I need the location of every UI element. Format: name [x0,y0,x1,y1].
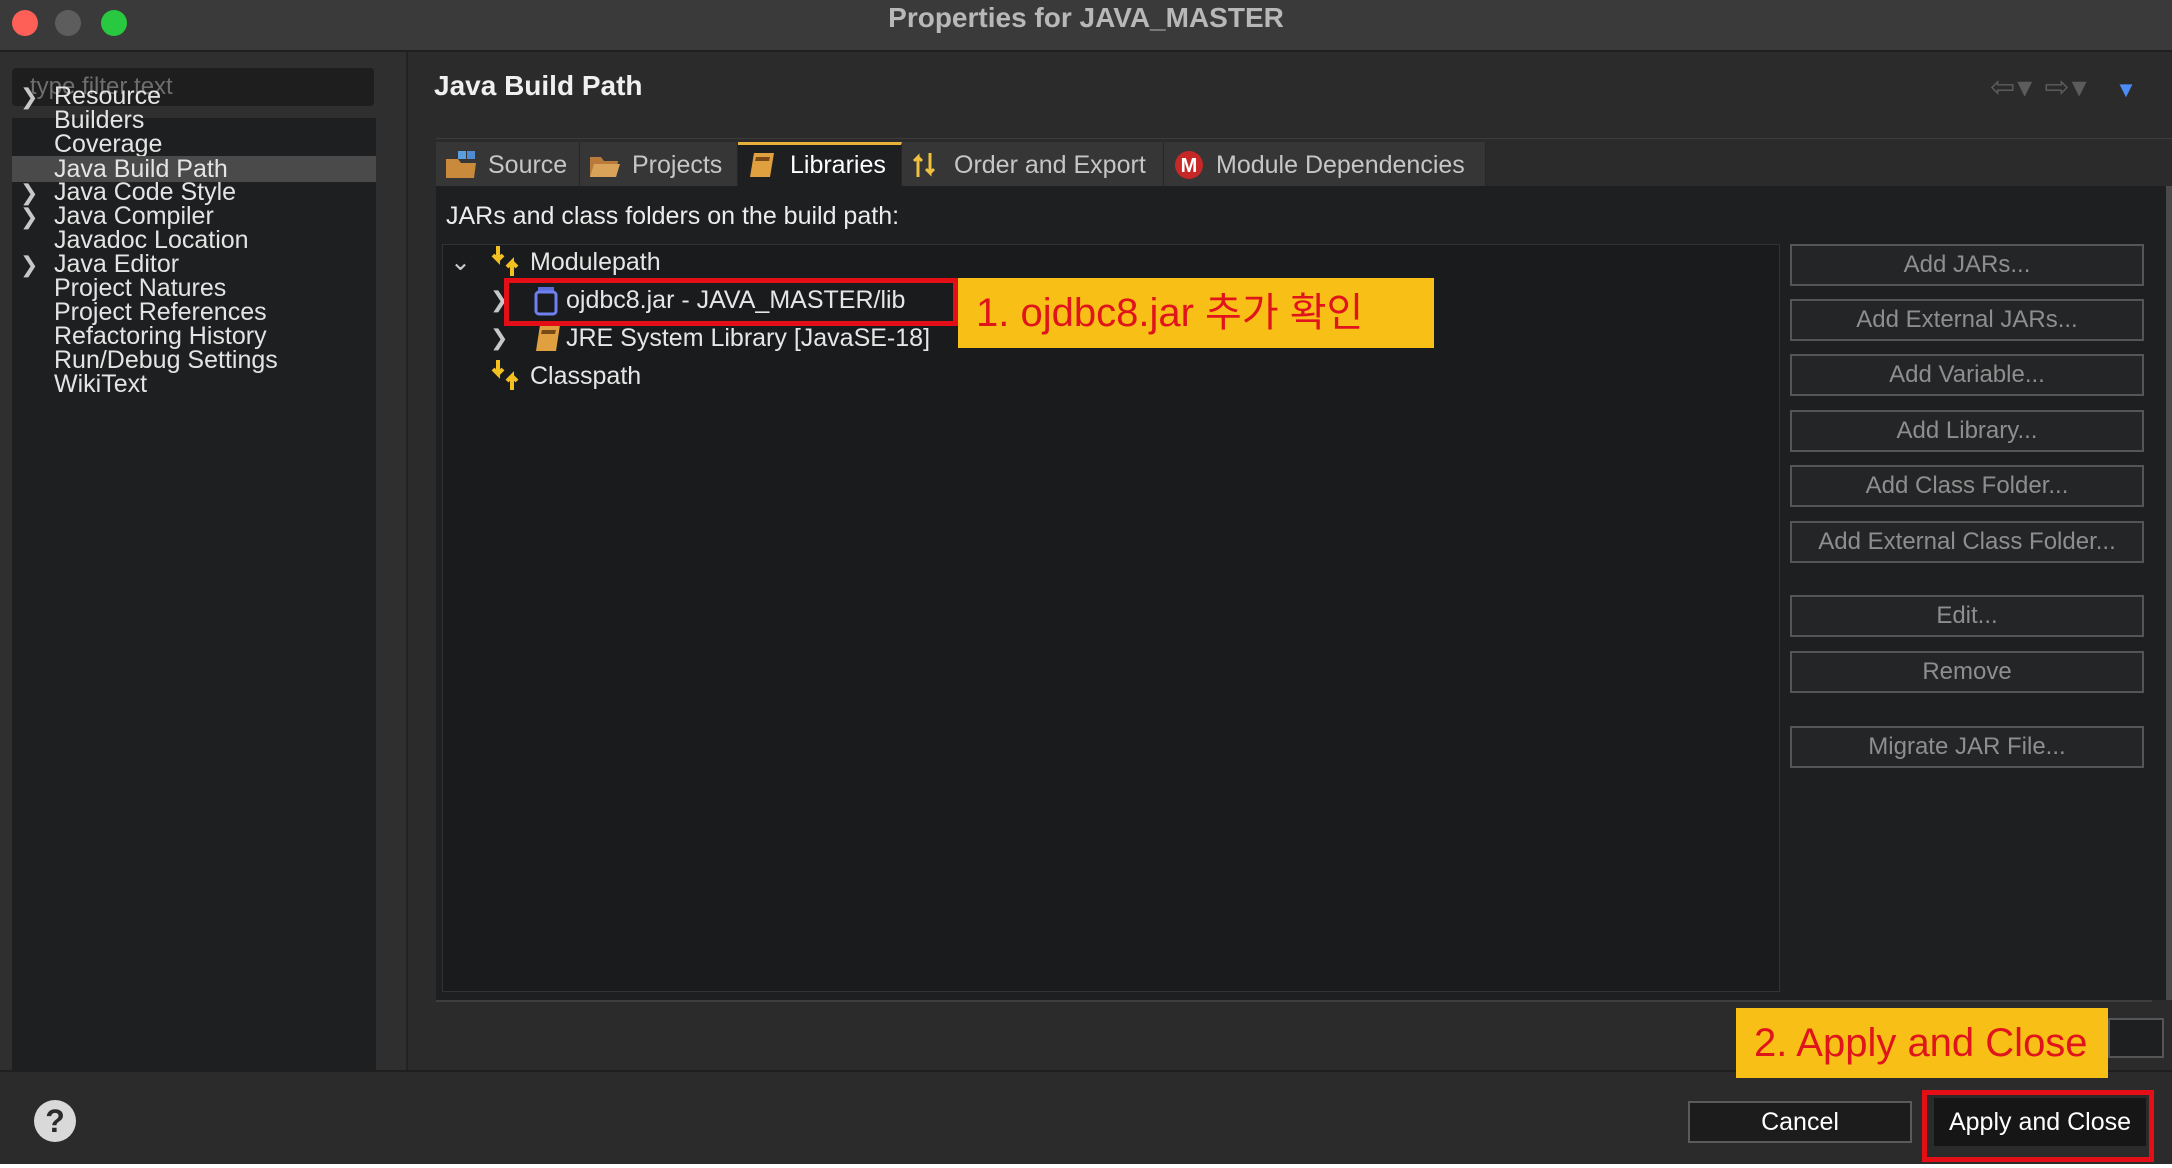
tab-label: Projects [632,151,723,179]
module-m-icon: M [1175,151,1203,179]
apply-button[interactable] [2108,1018,2164,1058]
divider [436,1000,2152,1002]
jar-highlight-box [504,278,958,326]
tab-source[interactable]: Source [436,142,580,188]
library-book-icon [536,325,560,351]
annotation-note-1: 1. ojdbc8.jar 추가 확인 [958,278,1434,348]
tree-item-label: Classpath [530,362,642,390]
package-icon [446,151,476,178]
apply-highlight-box [1922,1090,2154,1162]
back-arrow-icon[interactable]: ⇦▾ [1990,71,2034,104]
tab-label: Source [488,151,568,179]
migrate-jar-file-button[interactable]: Migrate JAR File... [1790,726,2144,768]
forward-arrow-icon[interactable]: ⇨▾ [2045,71,2089,104]
sort-arrows-icon [912,153,936,177]
add-class-folder-button[interactable]: Add Class Folder... [1790,465,2144,507]
remove-button[interactable]: Remove [1790,651,2144,693]
tab-label: Module Dependencies [1216,151,1465,179]
tab-module-dependencies[interactable]: M Module Dependencies [1164,142,1486,188]
cancel-button[interactable]: Cancel [1688,1101,1912,1143]
add-variable-button[interactable]: Add Variable... [1790,354,2144,396]
history-nav: ⇦▾ ⇨▾ ▼ [1990,70,2139,105]
edit-button[interactable]: Edit... [1790,595,2144,637]
chevron-down-icon[interactable]: ⌄ [450,244,471,280]
tab-label: Libraries [790,151,886,179]
build-path-caption: JARs and class folders on the build path… [446,202,900,230]
view-menu-icon[interactable]: ▼ [2115,77,2139,102]
tab-libraries[interactable]: Libraries [738,142,902,188]
annotation-note-2: 2. Apply and Close [1736,1008,2108,1078]
book-icon [750,153,774,177]
path-arrows-icon [491,246,519,276]
tab-projects[interactable]: Projects [580,142,738,188]
add-external-class-folder-button[interactable]: Add External Class Folder... [1790,521,2144,563]
properties-dialog: Properties for JAVA_MASTER type filter t… [0,0,2172,1164]
title-bar: Properties for JAVA_MASTER [0,0,2172,52]
help-icon[interactable]: ? [34,1100,76,1142]
add-external-jars-button[interactable]: Add External JARs... [1790,299,2144,341]
tab-order-and-export[interactable]: Order and Export [902,142,1164,188]
sidebar-item-wikitext[interactable]: WikiText [12,368,376,401]
svg-text:M: M [1181,155,1198,177]
add-library-button[interactable]: Add Library... [1790,410,2144,452]
page-title: Java Build Path [434,70,643,101]
add-jars-button[interactable]: Add JARs... [1790,244,2144,286]
folder-icon [590,157,620,177]
tree-item-label: Modulepath [530,248,661,276]
sidebar-item-label: WikiText [54,370,148,398]
build-path-tree[interactable] [442,244,1780,992]
tab-label: Order and Export [954,151,1146,179]
window-title: Properties for JAVA_MASTER [888,2,1284,33]
path-arrows-icon [491,360,519,390]
